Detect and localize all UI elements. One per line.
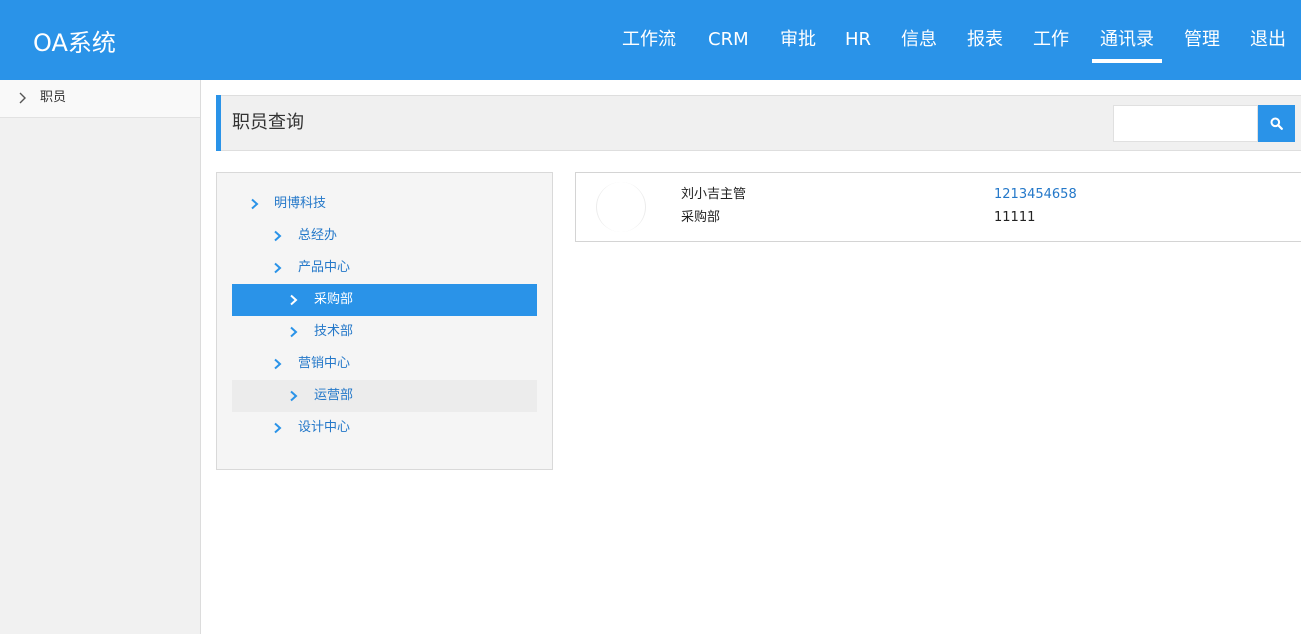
chevron-right-icon [274,422,282,434]
top-header: OA系统 工作流 CRM 审批 HR 信息 报表 工作 通讯录 管理 退出 [0,0,1301,80]
tree-node-label: 总经办 [298,228,338,243]
title-accent-bar [216,95,221,151]
tree-node-label: 设计中心 [298,420,351,435]
sidebar-item-label: 职员 [40,90,67,105]
chevron-right-icon [290,294,298,306]
tree-node-tech[interactable]: 技术部 [232,316,537,348]
tree-node-design-center[interactable]: 设计中心 [232,412,537,444]
employee-card[interactable]: 刘小吉主管 采购部 1213454658 11111 [575,172,1301,242]
sidebar-item-staff[interactable]: 职员 [0,80,200,118]
search-icon [1270,117,1283,130]
chevron-right-icon [290,390,298,402]
nav-item-workflow[interactable]: 工作流 [622,26,676,54]
nav-item-reports[interactable]: 报表 [967,26,1003,54]
nav-item-contacts[interactable]: 通讯录 [1092,26,1162,63]
avatar [596,182,646,232]
tree-node-label: 采购部 [314,292,354,307]
nav-item-crm[interactable]: CRM [708,26,749,54]
tree-node-marketing-center[interactable]: 营销中心 [232,348,537,380]
tree-node-label: 明博科技 [274,196,327,211]
employee-department: 采购部 [681,210,721,225]
department-tree: 明博科技 总经办 产品中心 采购部 技术部 营销中心 运营部 设计中心 [216,172,553,470]
nav-item-work[interactable]: 工作 [1033,26,1069,54]
tree-node-company[interactable]: 明博科技 [232,188,537,220]
page-title-bar: 职员查询 [216,95,1301,151]
chevron-right-icon [274,262,282,274]
page-title: 职员查询 [232,112,304,133]
tree-node-operations[interactable]: 运营部 [232,380,537,412]
left-sidebar: 职员 [0,80,201,634]
nav-item-info[interactable]: 信息 [901,26,937,54]
nav-item-admin[interactable]: 管理 [1184,26,1220,54]
tree-node-product-center[interactable]: 产品中心 [232,252,537,284]
employee-phone-link[interactable]: 1213454658 [994,186,1077,204]
search-input[interactable] [1113,105,1258,142]
app-brand[interactable]: OA系统 [33,28,116,58]
tree-node-purchasing[interactable]: 采购部 [232,284,537,316]
chevron-right-icon [251,198,259,210]
tree-node-general-office[interactable]: 总经办 [232,220,537,252]
nav-item-approval[interactable]: 审批 [780,26,816,54]
tree-node-label: 产品中心 [298,260,351,275]
nav-item-logout[interactable]: 退出 [1250,26,1286,54]
employee-name: 刘小吉主管 [681,187,747,202]
chevron-right-icon [274,358,282,370]
tree-node-label: 营销中心 [298,356,351,371]
employee-extension: 11111 [994,210,1036,225]
chevron-right-icon [290,326,298,338]
tree-node-label: 运营部 [314,388,354,403]
tree-node-label: 技术部 [314,324,354,339]
nav-item-hr[interactable]: HR [845,26,871,54]
chevron-right-icon [274,230,282,242]
search-button[interactable] [1258,105,1295,142]
chevron-right-icon [19,92,26,104]
